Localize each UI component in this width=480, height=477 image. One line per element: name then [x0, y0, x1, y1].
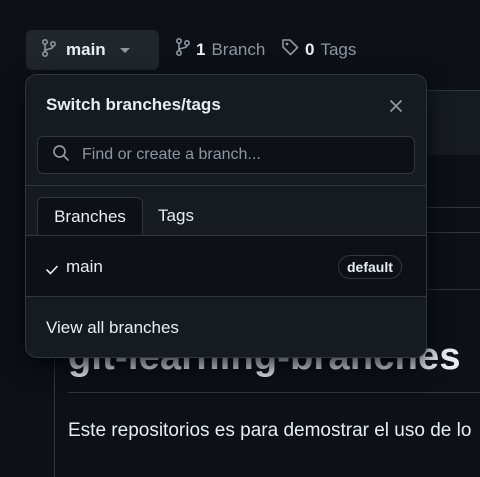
- branch-search-input[interactable]: [80, 145, 384, 165]
- readme-heading-divider: [68, 392, 480, 393]
- default-badge: default: [338, 255, 402, 279]
- close-button[interactable]: [387, 97, 405, 115]
- check-icon: [46, 262, 58, 280]
- git-branch-icon: [175, 37, 191, 61]
- page: git-learning-branches Este repositorios …: [0, 0, 480, 477]
- triangle-down-icon: [119, 47, 130, 53]
- search-icon: [52, 144, 70, 167]
- view-all-branches-link[interactable]: View all branches: [46, 318, 179, 338]
- current-branch-label: main: [66, 40, 106, 59]
- branches-link[interactable]: 1 Branch: [175, 37, 266, 61]
- branches-link-label: Branch: [211, 39, 266, 59]
- branch-item-main[interactable]: main default: [26, 236, 426, 296]
- readme-description: Este repositorios es para demostrar el u…: [68, 420, 472, 441]
- branch-switcher-dropdown: Switch branches/tags Branches Tags: [25, 74, 427, 358]
- x-icon: [390, 100, 402, 112]
- branch-count: 1: [196, 39, 206, 59]
- branch-list: main default: [26, 236, 426, 296]
- git-branch-icon: [41, 38, 57, 62]
- tags-link-label: Tags: [320, 39, 357, 59]
- branch-selector-button[interactable]: main: [26, 30, 159, 70]
- tab-tags[interactable]: Tags: [156, 197, 196, 235]
- tags-link[interactable]: 0 Tags: [281, 38, 356, 61]
- divider: [26, 185, 426, 186]
- tab-branches[interactable]: Branches: [37, 197, 143, 236]
- branch-search-field[interactable]: [37, 136, 415, 174]
- dropdown-title: Switch branches/tags: [46, 95, 221, 114]
- tag-icon: [281, 38, 299, 61]
- branch-item-name: main: [66, 257, 103, 276]
- divider: [26, 296, 426, 297]
- tag-count: 0: [305, 39, 315, 59]
